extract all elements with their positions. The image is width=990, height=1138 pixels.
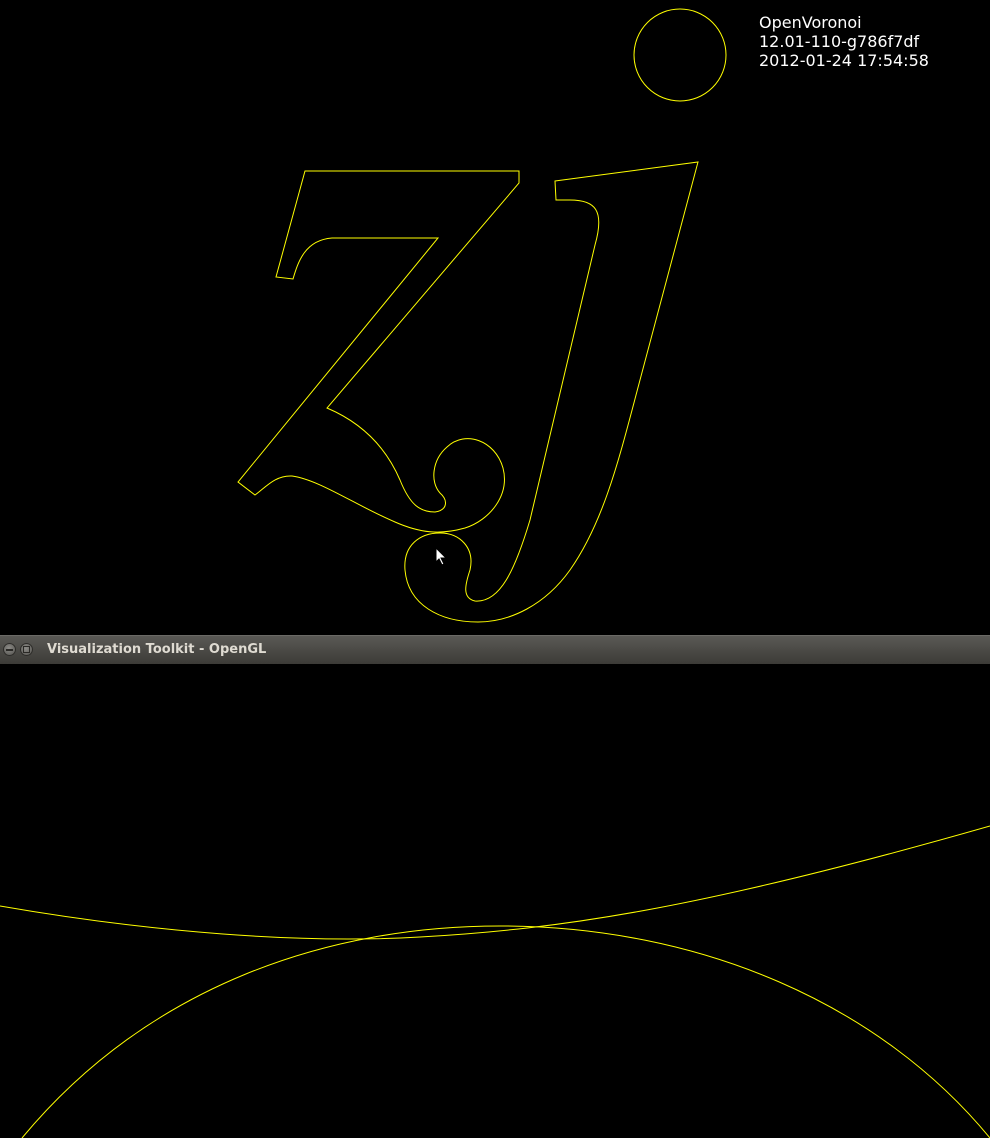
geometry-circle: [633, 8, 727, 102]
voronoi-geometry-upper: [237, 8, 727, 623]
minimize-icon[interactable]: [3, 643, 16, 656]
letter-z-outline: [237, 170, 520, 533]
version-label: 12.01-110-g786f7df: [759, 32, 920, 51]
desktop-screen: OpenVoronoi 12.01-110-g786f7df 2012-01-2…: [0, 0, 990, 1138]
app-name-label: OpenVoronoi: [759, 13, 862, 32]
mouse-pointer-icon: [435, 547, 448, 566]
voronoi-geometry-lower: [0, 825, 990, 1138]
timestamp-label: 2012-01-24 17:54:58: [759, 51, 929, 70]
render-view-lower[interactable]: [0, 664, 990, 1138]
geometry-curve-upper: [0, 825, 990, 940]
window-title: Visualization Toolkit - OpenGL: [47, 642, 267, 657]
window-titlebar[interactable]: Visualization Toolkit - OpenGL: [0, 635, 990, 664]
render-view-upper[interactable]: OpenVoronoi 12.01-110-g786f7df 2012-01-2…: [0, 0, 990, 635]
geometry-arc-lower: [21, 925, 990, 1138]
version-info: OpenVoronoi 12.01-110-g786f7df 2012-01-2…: [759, 13, 929, 70]
maximize-icon[interactable]: [20, 643, 33, 656]
